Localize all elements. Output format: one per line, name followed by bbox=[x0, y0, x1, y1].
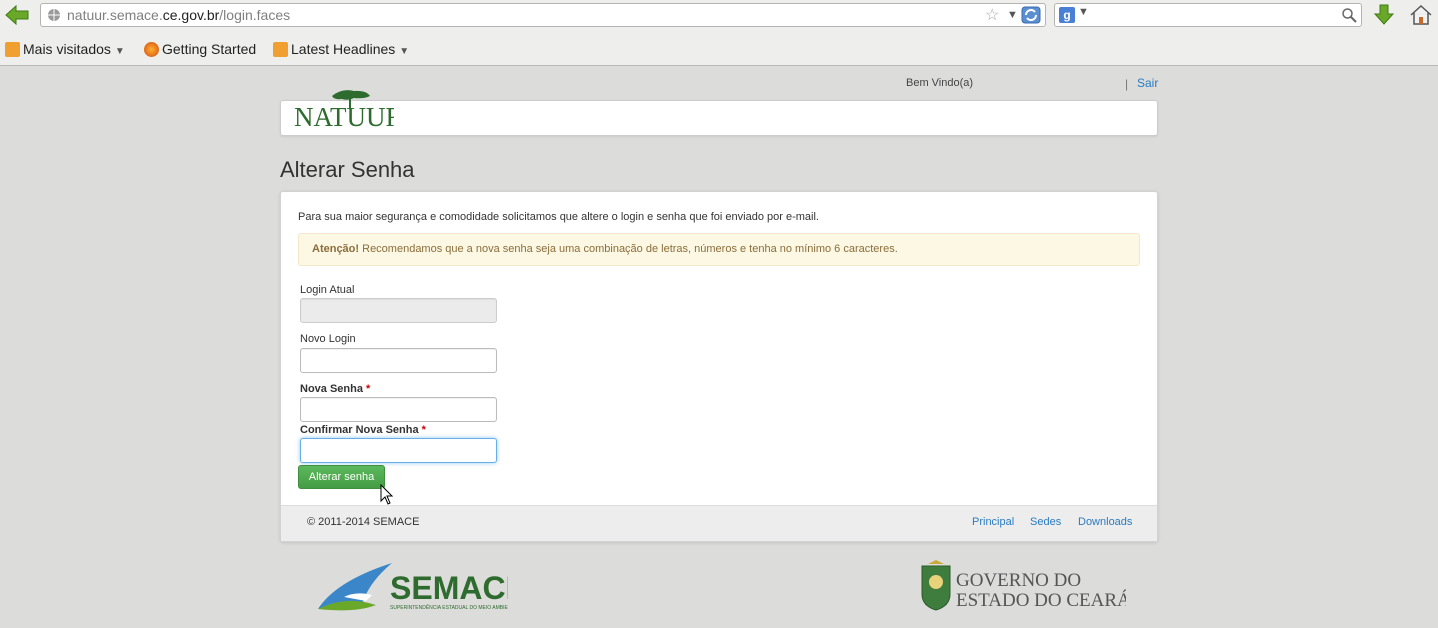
footer-link-downloads[interactable]: Downloads bbox=[1078, 516, 1132, 528]
page-title: Alterar Senha bbox=[280, 157, 415, 182]
url-history-dropdown-icon[interactable]: ▼ bbox=[1007, 4, 1018, 26]
logout-link[interactable]: Sair bbox=[1137, 76, 1158, 90]
alterar-senha-button[interactable]: Alterar senha bbox=[298, 465, 385, 489]
copyright-text: © 2011-2014 SEMACE bbox=[307, 516, 420, 528]
bookmark-latest-headlines[interactable]: Latest Headlines ▼ bbox=[273, 38, 409, 63]
svg-text:NATUUR: NATUUR bbox=[294, 102, 394, 130]
confirmar-senha-label: Confirmar Nova Senha * bbox=[300, 424, 426, 436]
svg-text:GOVERNO DO: GOVERNO DO bbox=[956, 570, 1081, 591]
warning-alert: Atenção! Recomendamos que a nova senha s… bbox=[298, 233, 1140, 266]
site-header bbox=[280, 100, 1158, 136]
alert-message: Recomendamos que a nova senha seja uma c… bbox=[359, 243, 898, 255]
url-bar[interactable]: natuur.semace.ce.gov.br/login.faces ☆ ▼ bbox=[40, 3, 1046, 27]
bookmark-getting-started[interactable]: Getting Started bbox=[144, 38, 256, 60]
header-separator: | bbox=[1125, 77, 1129, 91]
firefox-icon bbox=[144, 42, 159, 57]
nova-senha-field[interactable] bbox=[300, 397, 497, 422]
natuur-logo[interactable]: NATUUR bbox=[292, 88, 394, 130]
svg-text:SEMACE: SEMACE bbox=[390, 570, 508, 606]
required-marker: * bbox=[421, 424, 426, 436]
svg-text:ESTADO DO CEARÁ: ESTADO DO CEARÁ bbox=[956, 589, 1126, 611]
footer-link-principal[interactable]: Principal bbox=[972, 516, 1014, 528]
google-engine-icon[interactable]: g bbox=[1059, 7, 1075, 23]
reload-icon[interactable] bbox=[1021, 6, 1041, 24]
download-icon[interactable] bbox=[1372, 3, 1396, 27]
alert-title: Atenção! bbox=[312, 243, 360, 255]
nova-senha-label: Nova Senha * bbox=[300, 383, 371, 395]
back-arrow-icon[interactable] bbox=[4, 3, 30, 27]
novo-login-label: Novo Login bbox=[300, 333, 356, 345]
login-atual-field bbox=[300, 298, 497, 323]
search-bar[interactable]: g ▼ bbox=[1054, 3, 1362, 27]
home-icon[interactable] bbox=[1408, 3, 1434, 27]
rss-feed-icon bbox=[5, 42, 20, 57]
search-engine-dropdown-icon[interactable]: ▼ bbox=[1078, 6, 1089, 18]
chevron-down-icon: ▼ bbox=[399, 46, 410, 57]
welcome-text: Bem Vindo(a) bbox=[906, 77, 974, 89]
semace-logo: SEMACE SUPERINTENDÊNCIA ESTADUAL DO MEIO… bbox=[318, 563, 508, 611]
intro-text: Para sua maior segurança e comodidade so… bbox=[298, 211, 819, 223]
novo-login-field[interactable] bbox=[300, 348, 497, 373]
bookmark-star-icon[interactable]: ☆ bbox=[985, 5, 999, 27]
bookmark-mais-visitados[interactable]: Mais visitados ▼ bbox=[5, 38, 125, 63]
bookmarks-toolbar: Mais visitados ▼ Getting Started Latest H… bbox=[0, 38, 1438, 60]
globe-icon bbox=[48, 9, 60, 21]
search-icon[interactable] bbox=[1341, 7, 1357, 23]
required-marker: * bbox=[366, 383, 371, 395]
governo-ceara-logo: GOVERNO DO ESTADO DO CEARÁ bbox=[921, 560, 1126, 611]
chevron-down-icon: ▼ bbox=[114, 46, 125, 57]
svg-text:SUPERINTENDÊNCIA ESTADUAL DO M: SUPERINTENDÊNCIA ESTADUAL DO MEIO AMBIEN… bbox=[390, 603, 508, 611]
confirmar-senha-field[interactable] bbox=[300, 438, 497, 463]
footer-link-sedes[interactable]: Sedes bbox=[1030, 516, 1061, 528]
mouse-cursor-icon bbox=[380, 484, 394, 505]
browser-toolbar: natuur.semace.ce.gov.br/login.faces ☆ ▼ … bbox=[0, 0, 1438, 66]
rss-feed-icon bbox=[273, 42, 288, 57]
login-atual-label: Login Atual bbox=[300, 284, 355, 296]
url-text: natuur.semace.ce.gov.br/login.faces bbox=[67, 7, 291, 23]
